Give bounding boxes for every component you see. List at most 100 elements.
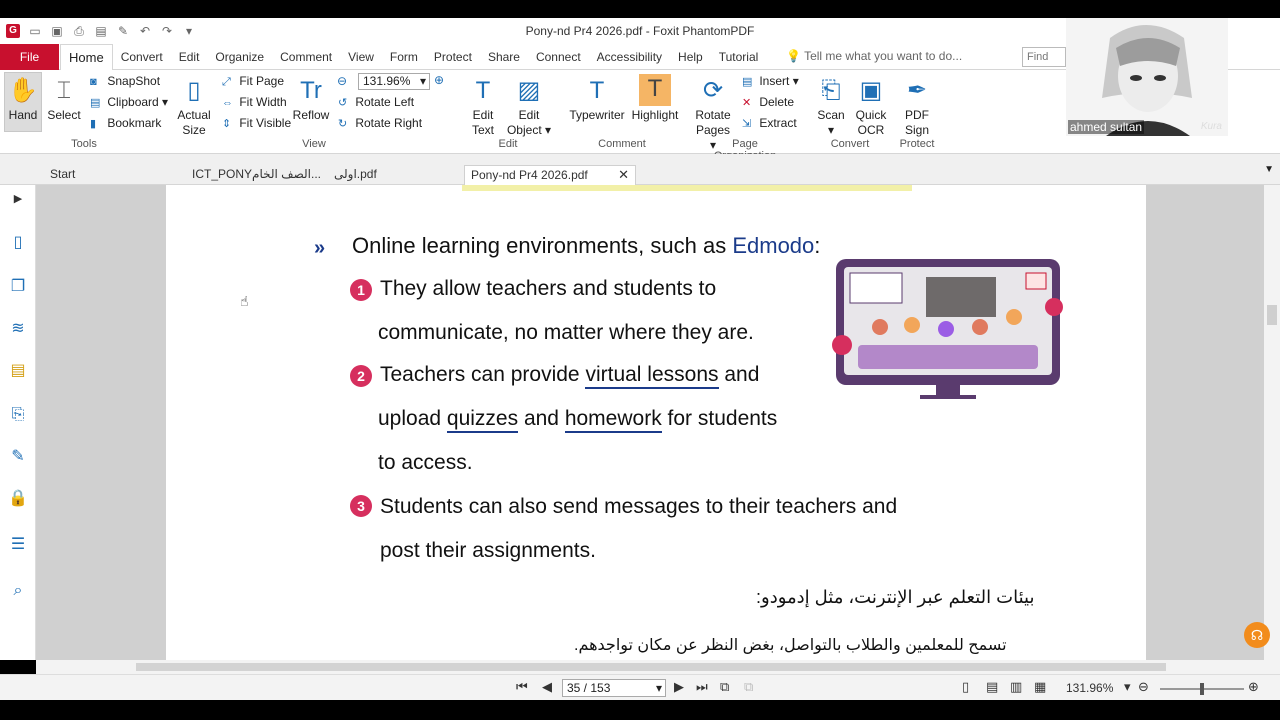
pdf-line-5: to access. [378, 451, 473, 474]
tab-accessibility[interactable]: Accessibility [589, 44, 670, 70]
comment-group-label: Comment [598, 138, 646, 150]
tab-arabic-pdf[interactable]: اولى.pdf [328, 165, 458, 185]
continuous-page-icon[interactable]: ▤ [986, 679, 998, 695]
pen-icon: ✒ [906, 77, 928, 104]
delete-icon: ✕ [742, 97, 752, 109]
select-tool-button[interactable]: ⌶ Select [46, 76, 82, 123]
highlight-button[interactable]: T Highlight [630, 72, 680, 123]
next-view-icon[interactable]: ⧉ [744, 679, 753, 695]
zoom-out-icon[interactable]: ⊖ [337, 74, 347, 88]
tab-organize[interactable]: Organize [207, 44, 272, 70]
first-page-icon[interactable]: ⏮ [516, 679, 528, 695]
edit-object-button[interactable]: ▨ Edit Object ▾ [506, 76, 552, 138]
previous-view-icon[interactable]: ⧉ [720, 679, 729, 695]
tab-list-chevron-icon[interactable]: ▼ [1264, 164, 1274, 175]
tab-tutorial[interactable]: Tutorial [711, 44, 767, 70]
pdf-line-3: Teachers can provide virtual lessons and [380, 363, 759, 389]
signatures-panel-icon[interactable]: ✎ [8, 447, 28, 467]
number-badge-2: 2 [350, 365, 372, 387]
tell-me-search[interactable]: 💡 Tell me what you want to do... [786, 49, 962, 63]
tab-start[interactable]: Start [44, 165, 164, 185]
next-page-icon[interactable]: ▶ [674, 679, 684, 695]
tags-panel-icon[interactable]: ⌕ [8, 581, 28, 601]
tab-connect[interactable]: Connect [528, 44, 589, 70]
zoom-dropdown-chevron-icon[interactable]: ▾ [1124, 679, 1131, 695]
tab-edit[interactable]: Edit [171, 44, 208, 70]
camera-icon: ◙ [90, 76, 97, 88]
tab-pony-nd[interactable]: Pony-nd Pr4 2026.pdf ✕ [464, 165, 636, 185]
edit-text-button[interactable]: T Edit Text [466, 76, 500, 138]
protect-group-label: Protect [899, 138, 935, 150]
typewriter-button[interactable]: T Typewriter [568, 76, 626, 123]
fit-page-button[interactable]: ⤢ Fit Page [222, 74, 284, 89]
bookmark-button[interactable]: ▮ Bookmark [90, 116, 161, 130]
quick-ocr-button[interactable]: ▣ Quick OCR [852, 76, 890, 138]
comments-panel-icon[interactable]: ▤ [8, 361, 28, 381]
assistant-icon[interactable]: ☊ [1244, 622, 1270, 648]
pdf-line-6: Students can also send messages to their… [380, 495, 898, 518]
fit-visible-button[interactable]: ⇕ Fit Visible [222, 116, 291, 130]
fit-page-icon: ⤢ [222, 76, 231, 88]
pdf-sign-button[interactable]: ✒ PDF Sign [900, 76, 934, 138]
insert-button[interactable]: ▤ Insert ▾ [742, 74, 799, 88]
facing-page-icon[interactable]: ▥ [1010, 679, 1022, 695]
zoom-slider-knob[interactable] [1200, 683, 1204, 695]
pages-panel-icon[interactable]: ❐ [8, 277, 28, 297]
status-zoom-in-icon[interactable]: ⊕ [1248, 679, 1259, 695]
delete-button[interactable]: ✕ Delete [742, 95, 794, 109]
tab-help[interactable]: Help [670, 44, 711, 70]
vertical-scrollbar[interactable] [1264, 185, 1280, 660]
last-page-icon[interactable]: ⏭ [696, 679, 708, 695]
hand-tool-button[interactable]: ✋ Hand [6, 76, 40, 123]
horizontal-scrollbar[interactable] [36, 660, 1280, 674]
status-zoom-out-icon[interactable]: ⊖ [1138, 679, 1149, 695]
extract-button[interactable]: ⇲ Extract [742, 116, 797, 130]
fit-width-button[interactable]: ⇔ Fit Width [222, 95, 287, 109]
number-badge-1: 1 [350, 279, 372, 301]
zoom-in-icon[interactable]: ⊕ [434, 73, 444, 87]
ribbon-tabs: Home Convert Edit Organize Comment View … [60, 44, 767, 71]
rotate-right-button[interactable]: ↻ Rotate Right [338, 116, 422, 130]
close-icon[interactable]: ✕ [618, 166, 629, 184]
scan-button[interactable]: ⎗ Scan ▾ [814, 76, 848, 138]
rotate-left-icon: ↺ [338, 97, 348, 109]
find-input[interactable]: Find [1022, 47, 1066, 67]
status-zoom-value[interactable]: 131.96% [1066, 681, 1113, 695]
reflow-button[interactable]: Tr Reflow [292, 76, 330, 123]
tab-share[interactable]: Share [480, 44, 528, 70]
cursor-icon: ⌶ [56, 77, 72, 104]
vertical-scroll-thumb[interactable] [1267, 305, 1277, 325]
security-lock-icon[interactable]: 🔒 [8, 489, 28, 509]
file-menu-button[interactable]: File [0, 44, 59, 70]
tab-view[interactable]: View [340, 44, 382, 70]
horizontal-scroll-thumb[interactable] [136, 663, 1166, 671]
tab-convert[interactable]: Convert [113, 44, 171, 70]
clipboard-button[interactable]: ▤ Clipboard ▾ [90, 95, 168, 109]
tab-form[interactable]: Form [382, 44, 426, 70]
tab-ict-pony[interactable]: ICT_PONYالصف الخام... [186, 165, 322, 185]
attachments-panel-icon[interactable]: ⎘ [8, 405, 28, 425]
zoom-slider[interactable] [1160, 683, 1244, 695]
view-group-label: View [302, 138, 326, 150]
page-icon: ▯ [187, 77, 201, 104]
tab-comment[interactable]: Comment [272, 44, 340, 70]
rotate-left-button[interactable]: ↺ Rotate Left [338, 95, 414, 109]
content-panel-icon[interactable]: ☰ [8, 535, 28, 555]
tab-protect[interactable]: Protect [426, 44, 480, 70]
single-page-icon[interactable]: ▯ [962, 679, 969, 695]
webcam-overlay: ahmed sultan Kura [1066, 18, 1228, 136]
presenter-avatar [1066, 18, 1228, 136]
document-viewer[interactable]: » Online learning environments, such as … [36, 185, 1264, 660]
continuous-facing-icon[interactable]: ▦ [1034, 679, 1046, 695]
snapshot-button[interactable]: ◙ SnapShot [90, 74, 160, 88]
number-badge-3: 3 [350, 495, 372, 517]
tab-home[interactable]: Home [60, 44, 113, 71]
bookmarks-panel-icon[interactable]: ▯ [8, 233, 28, 253]
fit-visible-icon: ⇕ [222, 118, 232, 130]
expand-panel-icon[interactable]: ▶ [8, 189, 28, 209]
actual-size-button[interactable]: ▯ Actual Size [176, 76, 212, 138]
page-number-input[interactable]: 35 / 153 ▾ [562, 679, 666, 697]
previous-page-icon[interactable]: ◀ [542, 679, 552, 695]
layers-panel-icon[interactable]: ≋ [8, 319, 28, 339]
zoom-select[interactable]: 131.96% ▾ [358, 73, 430, 90]
